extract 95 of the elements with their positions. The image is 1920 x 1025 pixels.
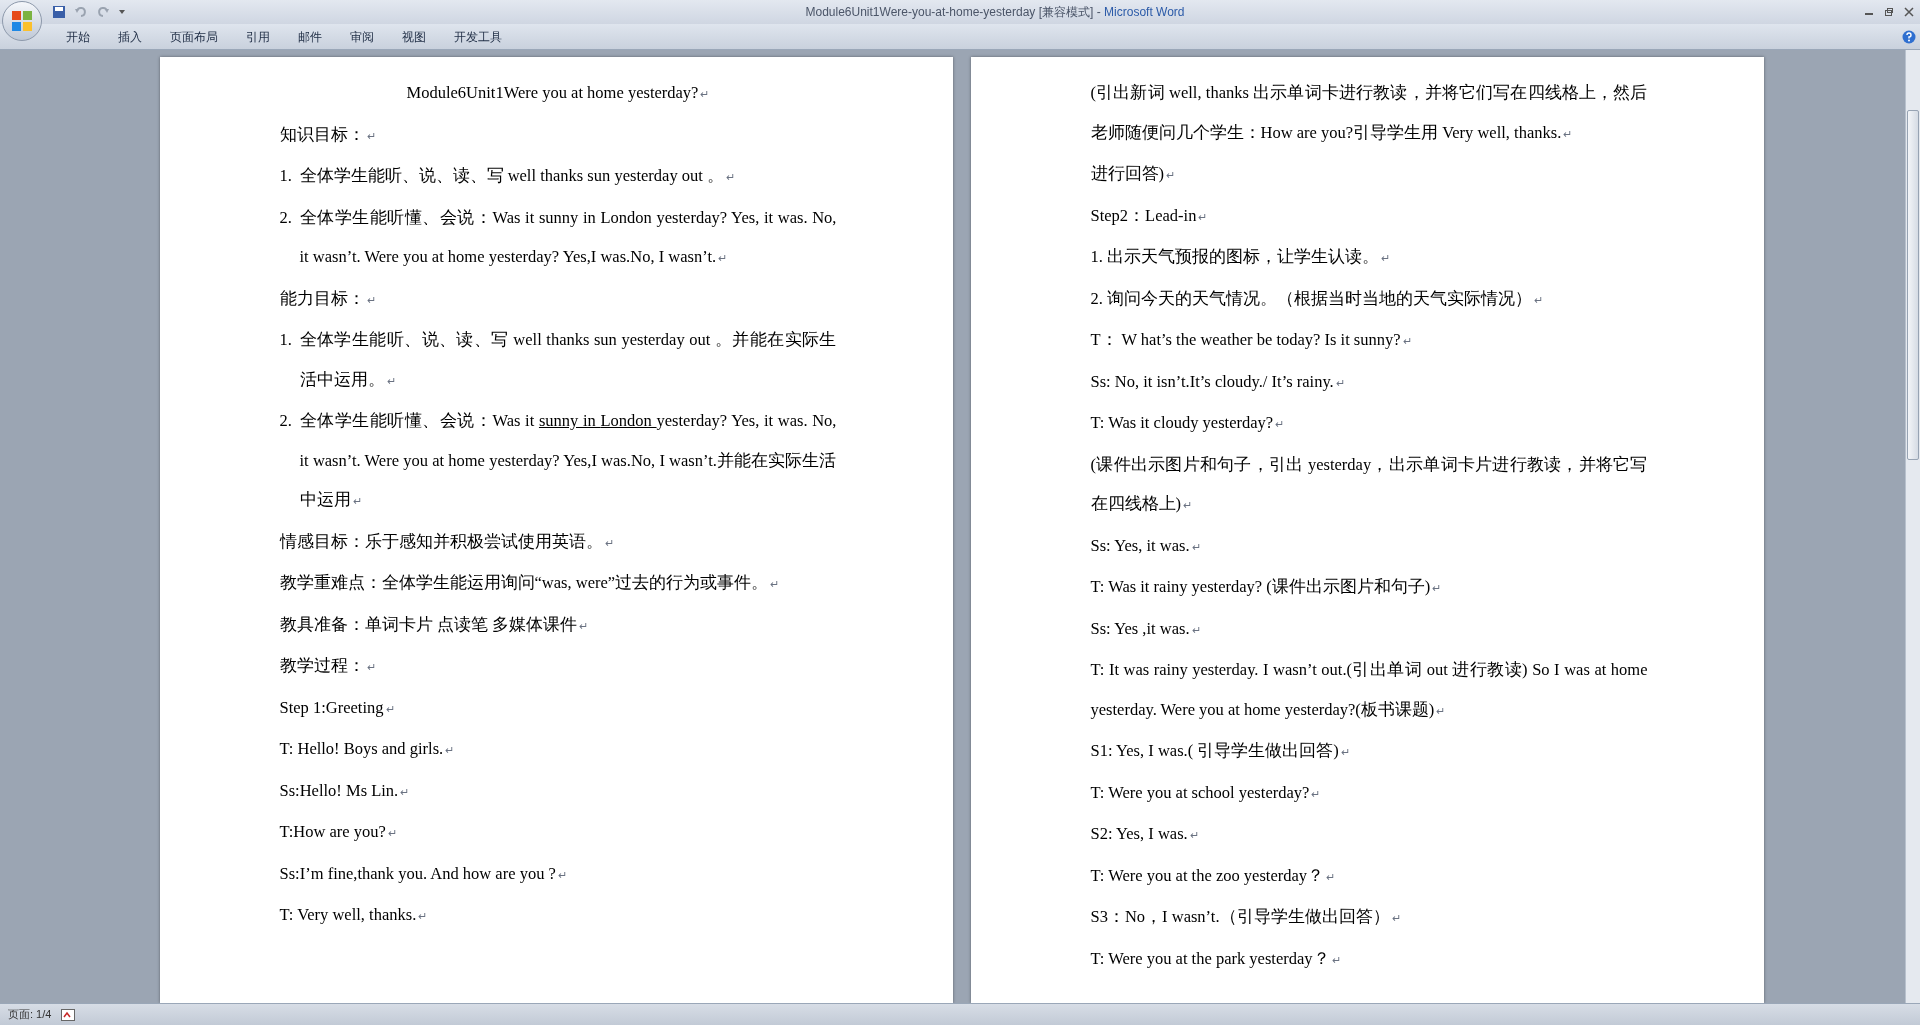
paragraph-mark: ↵	[1402, 335, 1412, 347]
ribbon-tab[interactable]: 邮件	[284, 25, 336, 48]
paragraph: T: Very well, thanks.↵	[279, 904, 429, 926]
paragraph-mark: ↵	[1340, 746, 1350, 758]
paragraph: 2. 询问今天的天气情况。（根据当时当地的天气实际情况）↵	[1090, 287, 1544, 310]
paragraph: T:How are you?↵	[279, 821, 398, 843]
paragraph-mark: ↵	[1326, 870, 1336, 883]
paragraph: 进行回答)↵	[1090, 163, 1176, 185]
paragraph-mark: ↵	[1166, 169, 1175, 181]
list-number: 1.	[279, 165, 293, 187]
paragraph: T: It was rainy yesterday. I wasn’t out.(引出单词 out 进行教读) So I was at home yesterday. Were you at home yesterday?(板书课题)↵	[1090, 659, 1648, 721]
paragraph-mark: ↵	[1436, 704, 1446, 717]
paragraph-mark: ↵	[385, 702, 395, 715]
ribbon-tab[interactable]: 开始	[52, 25, 104, 48]
paragraph-mark: ↵	[1311, 787, 1321, 800]
paragraph: Ss:Hello! Ms Lin.↵	[279, 779, 411, 802]
paragraph-mark: ↵	[352, 495, 362, 507]
paragraph-mark: ↵	[557, 868, 567, 881]
office-logo-icon	[11, 10, 33, 32]
list-item-text: 全体学生能听、说、读、写 well thanks sun yesterday out 。并能在实际生活中运用。↵	[299, 329, 837, 391]
list-item-text: 全体学生能听懂、会说：Was it sunny in London yesterday? Yes, it was. No, it wasn’t. Were you at home yesterday? Yes,I was.No, I wasn’t.↵	[299, 206, 837, 268]
paragraph-mark: ↵	[700, 88, 710, 100]
ribbon-tab[interactable]: 引用	[232, 25, 284, 48]
document-title: Module6Unit1Were you at home yesterday?↵	[405, 82, 711, 104]
paragraph-mark: ↵	[1191, 540, 1201, 553]
list-number: 2.	[279, 410, 293, 432]
paragraph-mark: ↵	[1391, 912, 1401, 924]
list-item-text: 全体学生能听懂、会说：Was it sunny in London yesterday? Yes, it was. No, it wasn’t. Were you at home yesterday? Yes,I was.No, I wasn’t.并能在实际生活中运用↵	[299, 410, 837, 511]
paragraph-mark: ↵	[718, 252, 728, 264]
paragraph: 教具准备：单词卡片 点读笔 多媒体课件↵	[279, 613, 589, 636]
paragraph: (引出新词 well, thanks 出示单词卡进行教读，并将它们写在四线格上，然后老师随便问几个学生：How are you?引导学生用 Very well, thanks.↵	[1090, 82, 1648, 144]
paragraph-mark: ↵	[725, 171, 735, 183]
paragraph-mark: ↵	[1381, 252, 1390, 264]
paragraph: T： W hat’s the weather be today? Is it sunny?↵	[1090, 329, 1413, 351]
paragraph-mark: ↵	[366, 293, 376, 306]
paragraph-mark: ↵	[445, 744, 455, 756]
paragraph-mark: ↵	[1534, 293, 1543, 306]
restore-icon[interactable]	[1884, 7, 1894, 17]
paragraph-mark: ↵	[366, 129, 376, 142]
scrollbar-thumb[interactable]	[1907, 110, 1919, 460]
paragraph: T: Was it cloudy yesterday?↵	[1090, 412, 1286, 434]
paragraph: 知识目标：↵	[279, 123, 377, 146]
paragraph: 情感目标：乐于感知并积极尝试使用英语。↵	[279, 530, 615, 553]
paragraph-mark: ↵	[1563, 127, 1573, 140]
paragraph-mark: ↵	[386, 374, 396, 387]
paragraph: S3：No，I wasn’t.（引导学生做出回答）↵	[1090, 906, 1402, 928]
paragraph: T: Were you at the zoo yesterday？↵	[1090, 864, 1337, 887]
paragraph-mark: ↵	[1432, 582, 1442, 594]
ribbon-tab[interactable]: 页面布局	[156, 25, 232, 48]
paragraph-mark: ↵	[1275, 418, 1285, 430]
paragraph-mark: ↵	[1198, 210, 1208, 223]
paragraph: Ss: No, it isn’t.It’s cloudy./ It’s rainy.↵	[1090, 370, 1346, 393]
paragraph: S1: Yes, I was.( 引导学生做出回答)↵	[1090, 740, 1351, 762]
paragraph-mark: ↵	[1335, 376, 1345, 389]
paragraph: T: Was it rainy yesterday? (课件出示图片和句子)↵	[1090, 576, 1443, 598]
paragraph: Step2：Lead-in↵	[1090, 204, 1209, 227]
save-icon[interactable]	[52, 5, 66, 19]
paragraph: (课件出示图片和句子，引出 yesterday，出示单词卡片进行教读，并将它写在四线格上)↵	[1090, 453, 1648, 515]
ribbon-tab[interactable]: 插入	[104, 25, 156, 48]
list-number: 1.	[279, 329, 293, 351]
paragraph-mark: ↵	[578, 619, 588, 632]
paragraph-mark: ↵	[387, 827, 397, 839]
list-item-text: 全体学生能听、说、读、写 well thanks sun yesterday out 。↵	[299, 165, 736, 187]
paragraph: Ss: Yes, it was.↵	[1090, 534, 1202, 557]
vertical-scrollbar[interactable]	[1905, 50, 1920, 1003]
paragraph: 教学重难点：全体学生能运用询问“was, were”过去的行为或事件。↵	[279, 572, 781, 594]
paragraph: T: Hello! Boys and girls.↵	[279, 738, 456, 760]
paragraph-mark: ↵	[770, 578, 780, 590]
page-count[interactable]: 页面: 1/4	[8, 1006, 52, 1023]
paragraph: 教学过程：↵	[279, 655, 377, 677]
paragraph-mark: ↵	[1191, 623, 1201, 636]
paragraph: T: Were you at school yesterday?↵	[1090, 781, 1322, 804]
paragraph: Step 1:Greeting↵	[279, 696, 396, 719]
paragraph: Ss: Yes ,it was.↵	[1090, 617, 1202, 640]
window-title: Module6Unit1Were-you-at-home-yesterday [兼容模式] - Microsoft Word	[805, 4, 1185, 21]
paragraph: S2: Yes, I was.↵	[1090, 823, 1200, 845]
paragraph: Ss:I’m fine,thank you. And how are you ?↵	[279, 862, 568, 885]
caret-icon[interactable]	[118, 8, 126, 16]
paragraph-mark: ↵	[366, 661, 376, 673]
ribbon-tab[interactable]: 开发工具	[440, 25, 516, 48]
paragraph: T: Were you at the park yesterday？↵	[1090, 947, 1342, 970]
ribbon-tab[interactable]: 审阅	[336, 25, 388, 48]
paragraph-mark: ↵	[604, 536, 614, 549]
paragraph-mark: ↵	[1189, 829, 1199, 841]
paragraph-mark: ↵	[1331, 953, 1341, 966]
paragraph-mark: ↵	[1183, 499, 1192, 511]
paragraph-mark: ↵	[418, 910, 428, 922]
office-button[interactable]	[2, 1, 42, 41]
paragraph: 能力目标：↵	[279, 287, 377, 310]
help-icon[interactable]	[1902, 29, 1916, 44]
paragraph-mark: ↵	[400, 785, 410, 798]
ribbon-tab[interactable]: 视图	[388, 25, 440, 48]
list-number: 2.	[279, 206, 293, 229]
paragraph: 1. 出示天气预报的图标，让学生认读。↵	[1090, 246, 1391, 268]
close-icon[interactable]	[1904, 7, 1914, 17]
